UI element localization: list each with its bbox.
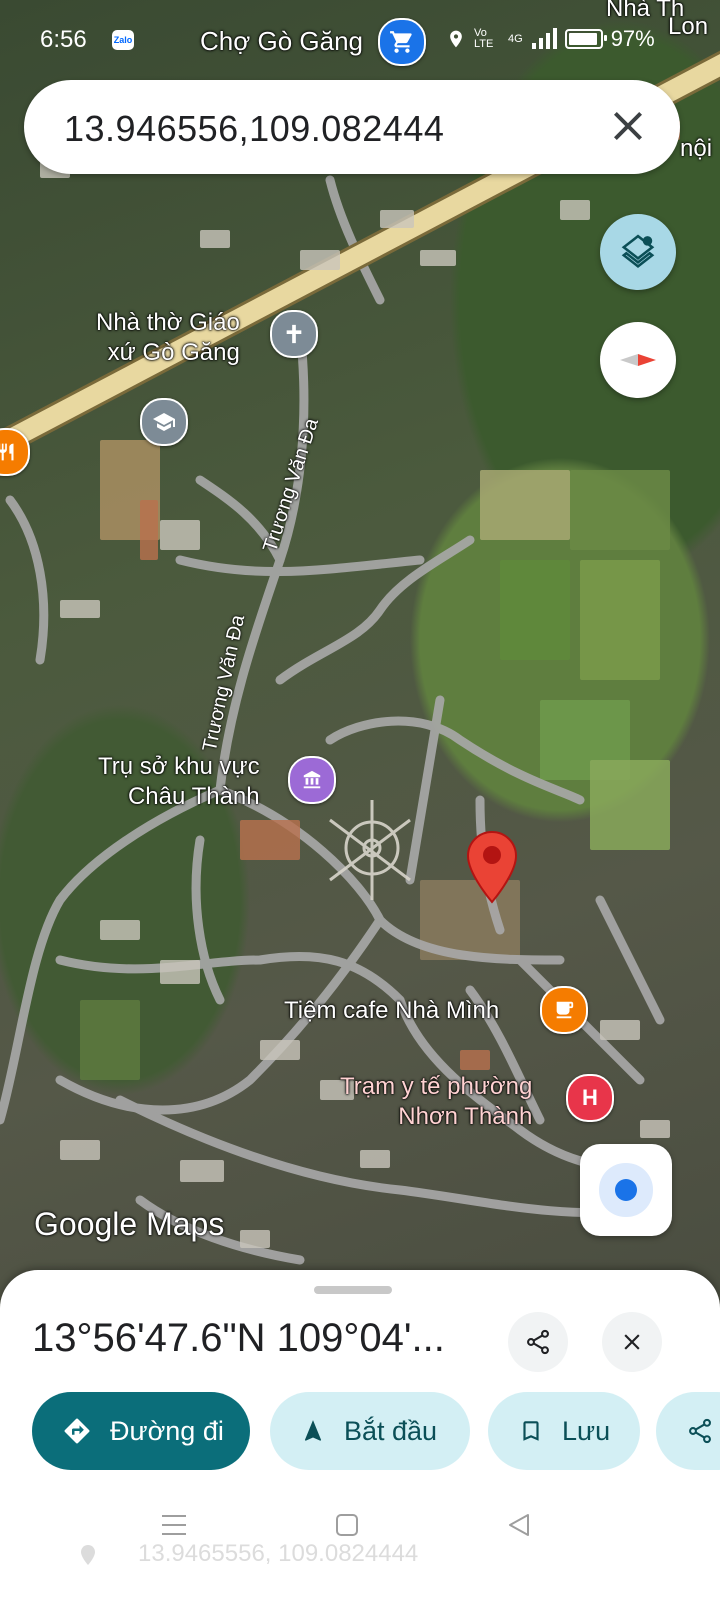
school-icon[interactable] <box>140 398 188 446</box>
clear-search-button[interactable] <box>604 102 652 150</box>
close-sheet-button[interactable] <box>602 1312 662 1372</box>
save-label: Lưu <box>562 1415 611 1446</box>
my-location-icon <box>615 1179 637 1201</box>
directions-button[interactable]: Đường đi <box>32 1392 250 1470</box>
layers-button[interactable] <box>600 214 676 290</box>
start-label: Bắt đầu <box>344 1415 438 1446</box>
share-button[interactable] <box>508 1312 568 1372</box>
compass-button[interactable] <box>600 322 676 398</box>
place-label-line: Nhơn Thành <box>398 1103 533 1130</box>
place-label-cafe[interactable]: Tiệm cafe Nhà Mình <box>284 996 499 1026</box>
bookmark-icon <box>523 1421 539 1441</box>
place-label-line: Nhà thờ Giáo <box>96 309 240 336</box>
place-label-line: Trạm y tế phường <box>340 1073 533 1100</box>
hospital-icon[interactable]: H <box>566 1074 614 1122</box>
system-icons: Vo LTE 4G 97% <box>446 26 655 52</box>
share-pill-button[interactable] <box>656 1392 720 1470</box>
place-label-line: Châu Thành <box>127 783 260 810</box>
system-nav-bar <box>0 1490 720 1604</box>
start-button[interactable]: Bắt đầu <box>270 1392 470 1470</box>
place-label-line: xứ Gò Găng <box>107 339 240 366</box>
directions-label: Đường đi <box>110 1415 224 1446</box>
sheet-drag-handle[interactable] <box>314 1286 392 1294</box>
my-location-button[interactable] <box>580 1144 672 1236</box>
place-label-line: Trụ sở khu vực <box>98 753 260 780</box>
status-time: 6:56 <box>40 26 87 53</box>
place-label-church[interactable]: Nhà thờ Giáo xứ Gò Găng <box>96 308 240 368</box>
share-icon <box>689 1418 711 1444</box>
location-pin-icon[interactable] <box>466 830 518 904</box>
share-icon <box>527 1329 549 1355</box>
menu-icon[interactable] <box>160 1512 188 1538</box>
government-icon[interactable] <box>288 756 336 804</box>
location-icon <box>450 30 462 48</box>
battery-icon <box>564 29 607 49</box>
signal-icon <box>531 28 557 49</box>
directions-icon <box>64 1418 90 1444</box>
place-label-office[interactable]: Trụ sở khu vực Châu Thành <box>98 752 260 812</box>
network-type: 4G <box>508 33 523 45</box>
search-bar[interactable]: 13.946556,109.082444 <box>24 80 680 174</box>
place-label-clinic[interactable]: Trạm y tế phường Nhơn Thành <box>340 1072 532 1132</box>
map-view[interactable]: Trương Văn Đa Trương Văn Đa Chợ Gò Găng … <box>0 0 720 1320</box>
close-icon <box>624 1334 640 1350</box>
status-bar: 6:56 Zalo Vo LTE 4G 97% <box>0 0 720 78</box>
google-maps-logo: Google Maps <box>34 1206 225 1242</box>
navigation-arrow-icon <box>304 1420 322 1441</box>
search-query[interactable]: 13.946556,109.082444 <box>64 108 444 150</box>
cafe-icon[interactable] <box>540 986 588 1034</box>
compass-icon <box>620 354 656 366</box>
save-button[interactable]: Lưu <box>488 1392 640 1470</box>
church-icon[interactable] <box>270 310 318 358</box>
battery-percent: 97% <box>610 26 655 51</box>
layers-icon <box>621 234 655 268</box>
back-icon[interactable] <box>506 1512 532 1538</box>
place-label-edge: nội <box>680 135 713 162</box>
close-icon <box>614 112 642 140</box>
zalo-notification-icon: Zalo <box>112 30 134 50</box>
volte-indicator: Vo LTE <box>474 27 494 50</box>
home-icon[interactable] <box>334 1512 360 1538</box>
place-title: 13°56'47.6"N 109°04'... <box>32 1316 445 1360</box>
